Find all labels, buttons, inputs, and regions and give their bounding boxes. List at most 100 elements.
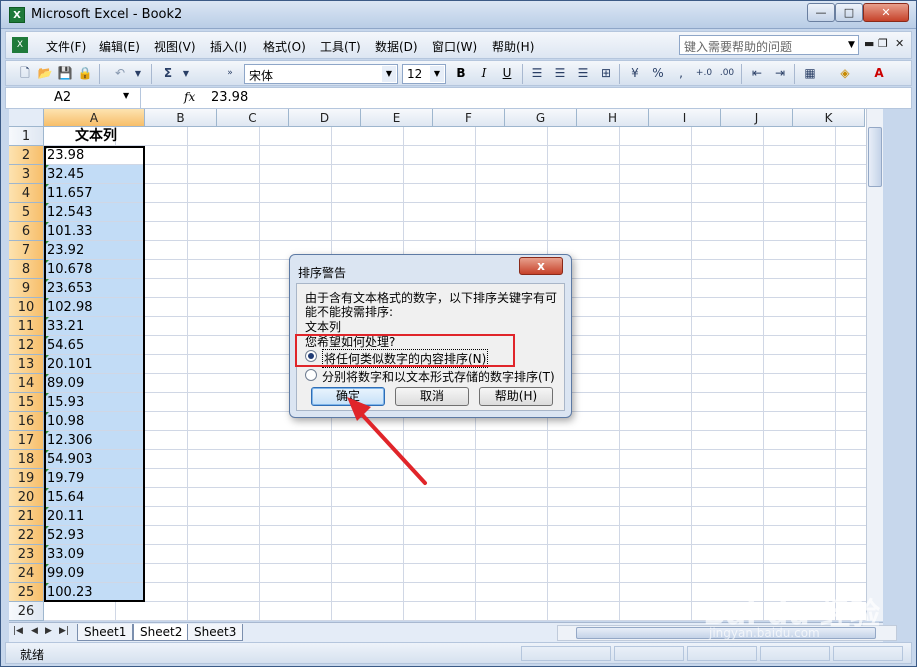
font-name-select[interactable]: 宋体 ▼ <box>244 64 398 84</box>
data-cell[interactable]: 10.678 <box>44 260 145 279</box>
header-cell[interactable]: 文本列 <box>44 127 145 146</box>
column-header-i[interactable]: I <box>649 109 721 127</box>
prev-sheet-icon[interactable]: ◀ <box>31 626 38 636</box>
data-cell[interactable]: 23.653 <box>44 279 145 298</box>
row-header[interactable]: 11 <box>9 317 44 336</box>
row-header[interactable]: 24 <box>9 564 44 583</box>
close-button[interactable]: ✕ <box>863 3 909 22</box>
row-header[interactable]: 6 <box>9 222 44 241</box>
open-icon[interactable]: 📂 <box>36 65 54 82</box>
maximize-button[interactable]: □ <box>835 3 863 22</box>
row-header[interactable]: 26 <box>9 602 44 621</box>
help-button[interactable]: 帮助(H) <box>479 387 553 406</box>
row-header[interactable]: 18 <box>9 450 44 469</box>
formula-input[interactable]: 23.98 <box>211 90 248 105</box>
name-box-dropdown-icon[interactable]: ▼ <box>123 91 129 100</box>
row-header[interactable]: 15 <box>9 393 44 412</box>
data-cell[interactable]: 101.33 <box>44 222 145 241</box>
data-cell[interactable]: 33.09 <box>44 545 145 564</box>
row-header[interactable]: 7 <box>9 241 44 260</box>
excel-icon[interactable]: X <box>9 7 25 23</box>
data-cell[interactable]: 33.21 <box>44 317 145 336</box>
decrease-decimal-icon[interactable]: .00 <box>718 65 736 82</box>
data-cell[interactable]: 23.92 <box>44 241 145 260</box>
vertical-scrollbar[interactable] <box>866 109 883 621</box>
menu-edit[interactable]: 编辑(E) <box>99 38 140 55</box>
decrease-indent-icon[interactable]: ⇤ <box>748 65 766 82</box>
menu-help[interactable]: 帮助(H) <box>492 38 534 55</box>
align-right-icon[interactable]: ☰ <box>574 65 592 82</box>
row-header[interactable]: 9 <box>9 279 44 298</box>
menu-window[interactable]: 窗口(W) <box>432 38 477 55</box>
data-cell[interactable]: 99.09 <box>44 564 145 583</box>
save-icon[interactable]: 💾 <box>56 65 74 82</box>
borders-icon[interactable]: ▦ <box>801 65 819 82</box>
size-dropdown-icon[interactable]: ▼ <box>430 66 444 82</box>
insert-function-icon[interactable]: fx <box>184 90 195 104</box>
row-header[interactable]: 1 <box>9 127 44 146</box>
column-header-k[interactable]: K <box>793 109 865 127</box>
increase-indent-icon[interactable]: ⇥ <box>771 65 789 82</box>
column-header-h[interactable]: H <box>577 109 649 127</box>
data-cell[interactable]: 15.64 <box>44 488 145 507</box>
menu-file[interactable]: 文件(F) <box>46 38 86 55</box>
comma-icon[interactable]: , <box>672 65 690 82</box>
fill-color-icon[interactable]: ◈ <box>836 65 854 82</box>
row-header[interactable]: 13 <box>9 355 44 374</box>
underline-button[interactable]: U <box>498 65 516 82</box>
permission-icon[interactable]: 🔒 <box>76 65 94 82</box>
data-cell[interactable]: 54.903 <box>44 450 145 469</box>
row-header[interactable]: 12 <box>9 336 44 355</box>
data-cell[interactable]: 10.98 <box>44 412 145 431</box>
bold-button[interactable]: B <box>452 65 470 82</box>
row-header[interactable]: 19 <box>9 469 44 488</box>
dialog-close-button[interactable]: x <box>519 257 563 275</box>
font-size-select[interactable]: 12 ▼ <box>402 64 446 84</box>
italic-button[interactable]: I <box>475 65 493 82</box>
row-header[interactable]: 23 <box>9 545 44 564</box>
menu-tools[interactable]: 工具(T) <box>320 38 361 55</box>
row-header[interactable]: 16 <box>9 412 44 431</box>
column-header-a[interactable]: A <box>44 109 145 127</box>
menu-view[interactable]: 视图(V) <box>154 38 196 55</box>
font-color-icon[interactable]: A <box>870 65 888 82</box>
doc-minimize-icon[interactable]: ▬ <box>864 37 874 50</box>
data-cell[interactable]: 20.101 <box>44 355 145 374</box>
empty-cell[interactable] <box>44 602 145 621</box>
data-cell[interactable]: 20.11 <box>44 507 145 526</box>
first-sheet-icon[interactable]: |◀ <box>13 626 23 636</box>
undo-icon[interactable]: ↶ <box>111 65 129 82</box>
row-header[interactable]: 3 <box>9 165 44 184</box>
help-dropdown-icon[interactable]: ▼ <box>844 35 859 55</box>
row-header[interactable]: 20 <box>9 488 44 507</box>
option-sort-separately-label[interactable]: 分别将数字和以文本形式存储的数字排序(T) <box>322 368 555 385</box>
data-cell[interactable]: 54.65 <box>44 336 145 355</box>
sheet-tab-3[interactable]: Sheet3 <box>187 624 244 641</box>
data-cell[interactable]: 32.45 <box>44 165 145 184</box>
data-cell[interactable]: 12.306 <box>44 431 145 450</box>
column-header-e[interactable]: E <box>361 109 433 127</box>
data-cell[interactable]: 89.09 <box>44 374 145 393</box>
name-box[interactable]: A2 <box>6 88 141 108</box>
vertical-scroll-thumb[interactable] <box>868 127 882 187</box>
autosum-dropdown-icon[interactable]: ▼ <box>177 65 195 82</box>
doc-restore-icon[interactable]: ❐ <box>878 37 888 50</box>
column-header-f[interactable]: F <box>433 109 505 127</box>
column-header-d[interactable]: D <box>289 109 361 127</box>
increase-decimal-icon[interactable]: +.0 <box>695 65 713 82</box>
sheet-tab-1[interactable]: Sheet1 <box>77 624 134 641</box>
data-cell[interactable]: 11.657 <box>44 184 145 203</box>
row-header[interactable]: 21 <box>9 507 44 526</box>
doc-close-icon[interactable]: ✕ <box>895 37 904 50</box>
column-header-c[interactable]: C <box>217 109 289 127</box>
align-center-icon[interactable]: ☰ <box>551 65 569 82</box>
align-left-icon[interactable]: ☰ <box>528 65 546 82</box>
help-search-input[interactable]: 键入需要帮助的问题 <box>679 35 859 55</box>
menu-data[interactable]: 数据(D) <box>375 38 418 55</box>
row-header[interactable]: 10 <box>9 298 44 317</box>
row-header[interactable]: 14 <box>9 374 44 393</box>
column-header-g[interactable]: G <box>505 109 577 127</box>
menu-insert[interactable]: 插入(I) <box>210 38 247 55</box>
data-cell[interactable]: 15.93 <box>44 393 145 412</box>
column-header-b[interactable]: B <box>145 109 217 127</box>
